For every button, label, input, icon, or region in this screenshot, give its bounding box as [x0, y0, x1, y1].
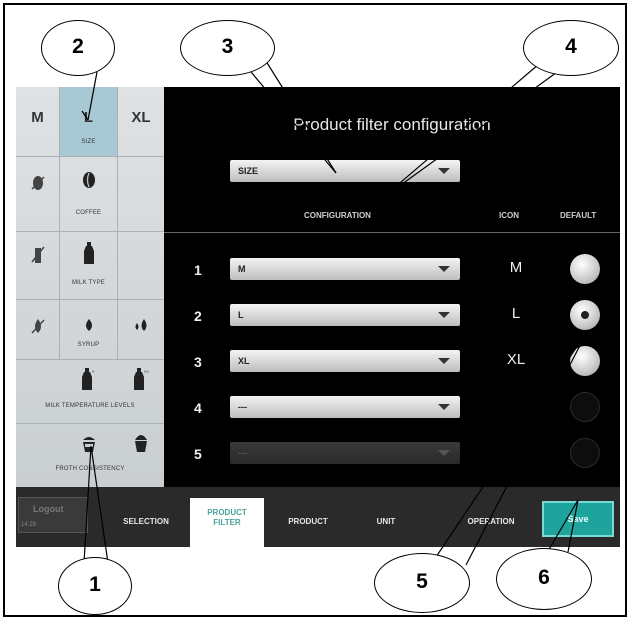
callout-leaders — [81, 57, 589, 566]
callout-2: 2 — [41, 20, 115, 76]
callout-6: 6 — [496, 548, 592, 610]
callout-4: 4 — [523, 20, 619, 76]
callout-1: 1 — [58, 557, 132, 615]
callout-5: 5 — [374, 553, 470, 613]
callout-3: 3 — [180, 20, 275, 76]
